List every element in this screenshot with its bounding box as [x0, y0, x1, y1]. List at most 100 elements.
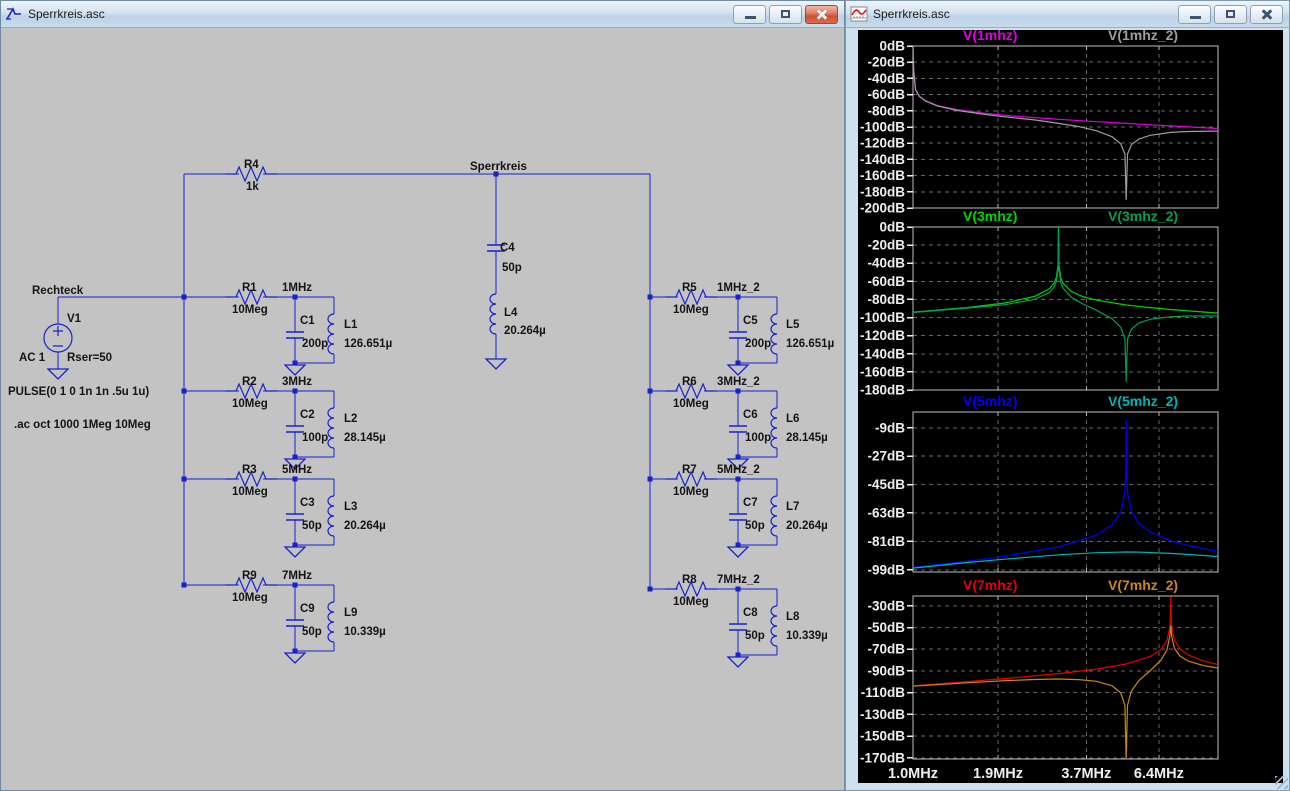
sch-text-R4[interactable]: R4: [244, 159, 259, 171]
sch-text-20.264_[interactable]: 20.264µ: [504, 325, 546, 337]
ytick-label[interactable]: -50dB: [867, 620, 905, 635]
sch-text-3MHz_2[interactable]: 3MHz_2: [717, 376, 760, 388]
ytick-label[interactable]: -110dB: [861, 685, 906, 700]
sch-text-L2[interactable]: L2: [344, 413, 357, 425]
ytick-label[interactable]: -81dB: [867, 534, 905, 549]
sch-text-50p[interactable]: 50p: [302, 520, 322, 532]
resize-grip[interactable]: [1275, 776, 1288, 789]
ytick-label[interactable]: 0dB: [879, 220, 905, 235]
sch-text-L8[interactable]: L8: [786, 611, 800, 623]
schematic-titlebar[interactable]: Sperrkreis.asc: [1, 1, 844, 28]
ground-symbol[interactable]: [283, 546, 307, 558]
minimize-button[interactable]: [1178, 4, 1211, 24]
ytick-label[interactable]: 0dB: [879, 39, 905, 54]
ytick-label[interactable]: -80dB: [867, 103, 905, 118]
sch-text-L7[interactable]: L7: [786, 501, 799, 513]
sch-text-C6[interactable]: C6: [743, 409, 758, 421]
ytick-label[interactable]: -200dB: [860, 201, 905, 216]
close-button[interactable]: [1250, 4, 1283, 24]
sch-text-Sperrkreis[interactable]: Sperrkreis: [470, 161, 527, 173]
sch-text-10Meg[interactable]: 10Meg: [232, 592, 268, 604]
sch-text-1MHz_2[interactable]: 1MHz_2: [717, 282, 760, 294]
ytick-label[interactable]: -9dB: [875, 420, 905, 435]
sch-text-10Meg[interactable]: 10Meg: [673, 398, 709, 410]
legend-V_7mhz_[interactable]: V(7mhz): [963, 577, 1017, 593]
sch-text-200p[interactable]: 200p: [302, 338, 328, 350]
sch-text-200p[interactable]: 200p: [745, 338, 771, 350]
inductor-L2[interactable]: [327, 407, 335, 449]
sch-text-10.339_[interactable]: 10.339µ: [786, 630, 828, 642]
sch-text-10Meg[interactable]: 10Meg: [232, 304, 268, 316]
sch-text-C2[interactable]: C2: [300, 409, 315, 421]
sch-text-50p[interactable]: 50p: [302, 626, 322, 638]
schematic-canvas[interactable]: Rechteck V1 AC 1 Rser=50 PULSE(0 1 0 1n 1n .…: [1, 28, 844, 790]
ytick-label[interactable]: -80dB: [867, 292, 905, 307]
legend-V_5mhz_2_[interactable]: V(5mhz_2): [1108, 393, 1178, 409]
sch-text-R2[interactable]: R2: [242, 376, 257, 388]
ytick-label[interactable]: -63dB: [867, 505, 905, 520]
sch-text-R8[interactable]: R8: [682, 574, 697, 586]
sch-text-126.651_[interactable]: 126.651µ: [786, 338, 834, 350]
legend-V_3mhz_[interactable]: V(3mhz): [963, 208, 1017, 224]
sch-text-C5[interactable]: C5: [743, 315, 758, 327]
legend-V_1mhz_[interactable]: V(1mhz): [963, 30, 1017, 43]
ytick-label[interactable]: -27dB: [867, 449, 905, 464]
trace-V_3mhz_2_[interactable]: [913, 232, 1218, 382]
ytick-label[interactable]: -130dB: [860, 707, 905, 722]
waveform-titlebar[interactable]: Sperrkreis.asc: [846, 1, 1289, 28]
sch-text-V1[interactable]: V1: [67, 313, 82, 325]
ytick-label[interactable]: -60dB: [867, 274, 905, 289]
ytick-label[interactable]: -30dB: [867, 598, 905, 613]
sch-text-100p[interactable]: 100p: [745, 432, 771, 444]
ytick-label[interactable]: -20dB: [867, 238, 905, 253]
sch-text-C4[interactable]: C4: [500, 242, 515, 254]
sch-text-.ac_oct_1000_1Meg_10Meg[interactable]: .ac oct 1000 1Meg 10Meg: [14, 419, 151, 431]
ytick-label[interactable]: -160dB: [860, 168, 905, 183]
restore-button[interactable]: [1214, 4, 1247, 24]
legend-V_3mhz_2_[interactable]: V(3mhz_2): [1108, 208, 1178, 224]
legend-V_5mhz_[interactable]: V(5mhz): [963, 393, 1017, 409]
sch-text-Rser_50[interactable]: Rser=50: [67, 352, 112, 364]
sch-text-R5[interactable]: R5: [682, 282, 697, 294]
trace-V_1mhz_2_[interactable]: [913, 46, 1218, 200]
sch-text-L3[interactable]: L3: [344, 501, 357, 513]
inductor-L5[interactable]: [770, 313, 778, 355]
ground-symbol[interactable]: [283, 364, 307, 376]
inductor-L9[interactable]: [327, 601, 335, 643]
inductor-L3[interactable]: [327, 495, 335, 537]
sch-text-50p[interactable]: 50p: [745, 520, 765, 532]
ytick-label[interactable]: -99dB: [867, 562, 905, 577]
sch-text-C9[interactable]: C9: [300, 603, 315, 615]
ground-symbol[interactable]: [484, 358, 508, 370]
ytick-label[interactable]: -140dB: [860, 346, 905, 361]
ground-symbol[interactable]: [283, 652, 307, 664]
sch-text-L5[interactable]: L5: [786, 319, 800, 331]
trace-V_5mhz_[interactable]: [913, 419, 1218, 568]
sch-text-50p[interactable]: 50p: [745, 630, 765, 642]
ytick-label[interactable]: -90dB: [867, 663, 905, 678]
plot-pane-3[interactable]: -9dB -27dB -45dB -63dB -81dB -99dB V(5mhz) V(5m…: [867, 393, 1219, 577]
sch-text-28.145_[interactable]: 28.145µ: [344, 432, 386, 444]
ytick-label[interactable]: -180dB: [860, 184, 905, 199]
ytick-label[interactable]: -45dB: [867, 477, 905, 492]
sch-text-20.264_[interactable]: 20.264µ: [344, 520, 386, 532]
sch-text-L9[interactable]: L9: [344, 607, 357, 619]
schematic-icon[interactable]: [5, 6, 23, 22]
sch-text-5MHz_2[interactable]: 5MHz_2: [717, 464, 760, 476]
sch-text-10Meg[interactable]: 10Meg: [232, 398, 268, 410]
ytick-label[interactable]: -120dB: [860, 328, 905, 343]
sch-text-10Meg[interactable]: 10Meg: [673, 486, 709, 498]
trace-V_5mhz_2_[interactable]: [913, 551, 1218, 569]
voltage-source-V1[interactable]: [43, 323, 73, 353]
waveform-icon[interactable]: [850, 6, 868, 22]
sch-text-3MHz[interactable]: 3MHz: [282, 376, 312, 388]
ytick-label[interactable]: -60dB: [867, 87, 905, 102]
sch-text-C1[interactable]: C1: [300, 315, 315, 327]
legend-V_1mhz_2_[interactable]: V(1mhz_2): [1108, 30, 1178, 43]
trace-V_1mhz_[interactable]: [913, 46, 1218, 130]
inductor-L6[interactable]: [770, 407, 778, 449]
ground-symbol[interactable]: [726, 656, 750, 668]
sch-text-R7[interactable]: R7: [682, 464, 697, 476]
sch-text-10Meg[interactable]: 10Meg: [673, 596, 709, 608]
sch-text-R1[interactable]: R1: [242, 282, 257, 294]
